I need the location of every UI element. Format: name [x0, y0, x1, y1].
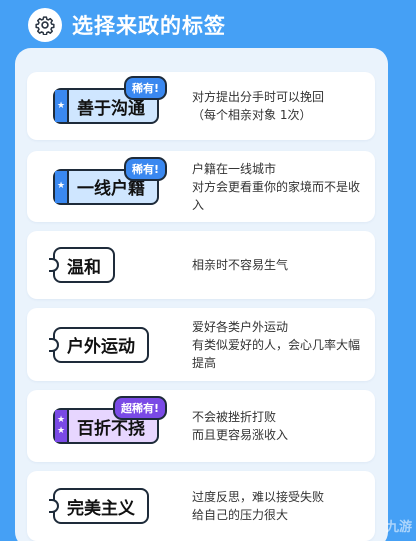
page-title: 选择来政的标签: [72, 14, 226, 38]
tag-chip[interactable]: ★ ★ 百折不挠 超稀有!: [53, 396, 167, 444]
tag-chip[interactable]: 户外运动: [49, 326, 149, 363]
header: 选择来政的标签: [28, 8, 226, 42]
tag-card[interactable]: ★ 善于沟通 稀有! 对方提出分手时可以挽回 （每个相亲对象 1次）: [27, 72, 375, 140]
star-icon: ★: [56, 181, 66, 191]
tag-notch: [49, 258, 59, 272]
gear-icon: [35, 16, 55, 35]
tag-label: 户外运动: [67, 337, 135, 357]
star-icon: ★: [56, 415, 66, 425]
star-icon: ★: [56, 100, 66, 111]
tag-description: 户籍在一线城市 对方会更看重你的家境而不是收 入: [192, 161, 361, 212]
tag-chip[interactable]: 完美主义: [49, 488, 149, 524]
rarity-badge: 稀有!: [123, 76, 167, 100]
tag-card[interactable]: 户外运动 爱好各类户外运动 有类似爱好的人，会心几率大幅 提高: [27, 308, 375, 381]
tag-description: 对方提出分手时可以挽回 （每个相亲对象 1次）: [192, 90, 325, 122]
tag-notch: [49, 499, 59, 513]
tag-chip[interactable]: 温和: [49, 247, 115, 283]
rarity-badge: 超稀有!: [112, 396, 167, 420]
tag-label: 温和: [67, 257, 101, 278]
tag-description: 相亲时不容易生气: [192, 258, 289, 272]
tag-stripe: ★: [55, 90, 69, 122]
tag-card[interactable]: 温和 相亲时不容易生气: [27, 231, 375, 299]
star-icon: ★: [56, 426, 66, 436]
tag-description: 爱好各类户外运动 有类似爱好的人，会心几率大幅 提高: [192, 319, 361, 370]
tag-description: 过度反思，难以接受失败 给自己的压力很大: [192, 490, 325, 522]
settings-button[interactable]: [28, 8, 62, 42]
rarity-badge: 稀有!: [123, 156, 167, 181]
watermark-text: 九游: [385, 520, 412, 535]
tag-card[interactable]: 完美主义 过度反思，难以接受失败 给自己的压力很大: [27, 471, 375, 541]
tag-card[interactable]: ★ 一线户籍 稀有! 户籍在一线城市 对方会更看重你的家境而不是收 入: [27, 151, 375, 222]
tag-stripe: ★ ★: [55, 410, 69, 442]
tag-description: 不会被挫折打败 而且更容易涨收入: [192, 410, 289, 442]
tag-chip[interactable]: ★ 一线户籍 稀有!: [53, 156, 167, 205]
tag-label: 完美主义: [67, 498, 135, 519]
tag-chip[interactable]: ★ 善于沟通 稀有!: [53, 76, 167, 124]
tag-stripe: ★: [55, 170, 69, 203]
tag-card[interactable]: ★ ★ 百折不挠 超稀有! 不会被挫折打败 而且更容易涨收入: [27, 390, 375, 462]
tag-notch: [49, 337, 59, 352]
